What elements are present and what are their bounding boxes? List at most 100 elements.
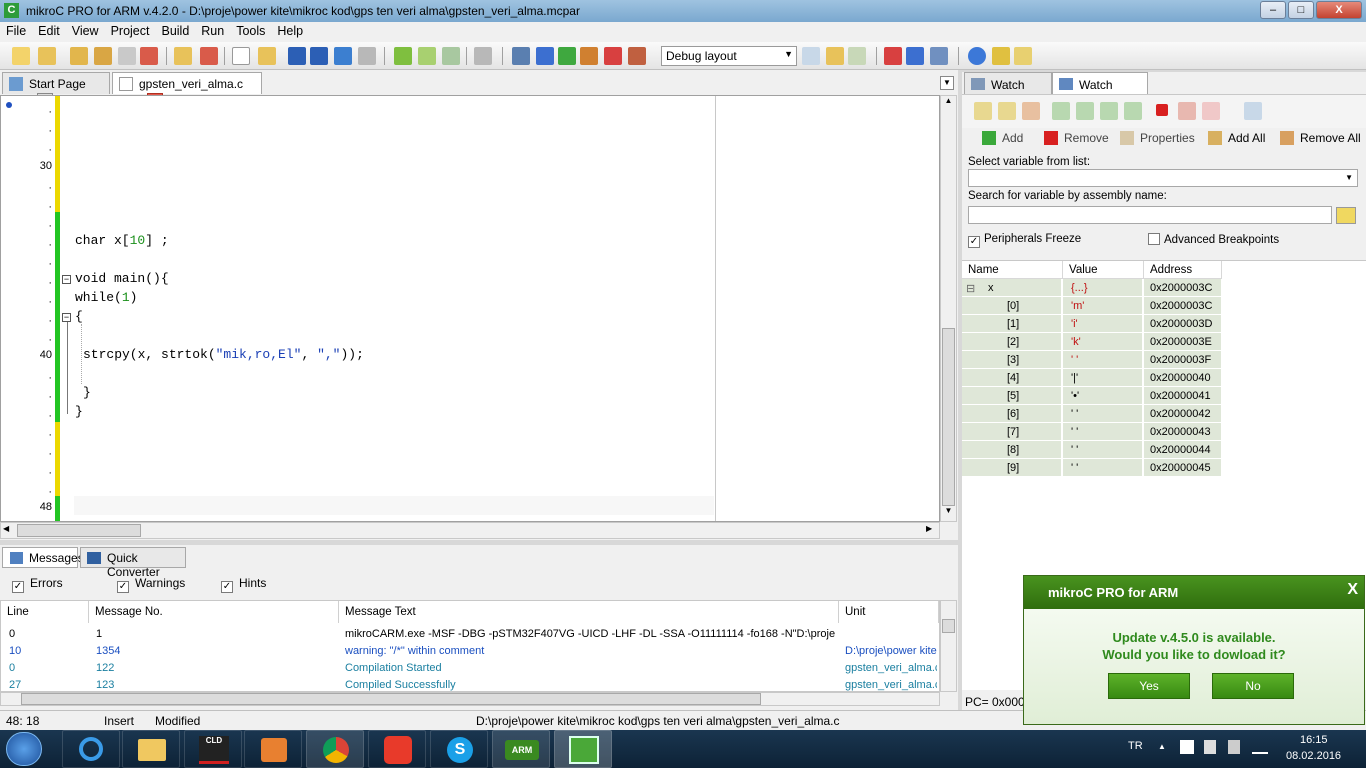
tab-watch-clock[interactable]: Watch Clock xyxy=(964,72,1052,106)
tab-messages[interactable]: Messages xyxy=(2,547,84,568)
lcd-designer-icon[interactable] xyxy=(906,47,924,65)
messages-horizontal-scrollbar[interactable] xyxy=(0,692,940,706)
scrollbar-thumb[interactable] xyxy=(942,328,955,506)
step-over-icon[interactable] xyxy=(1076,102,1094,120)
remove-all-button[interactable]: Remove All xyxy=(1280,131,1361,145)
start-debugger-icon[interactable] xyxy=(974,102,992,120)
menu-view[interactable]: View xyxy=(66,22,105,38)
scrollbar-thumb[interactable] xyxy=(942,619,955,633)
taskbar-media-player[interactable] xyxy=(244,730,302,768)
tools-icon[interactable] xyxy=(628,47,646,65)
close-project-icon[interactable] xyxy=(140,47,158,65)
breakpoints-icon[interactable] xyxy=(1178,102,1196,120)
filter-errors[interactable]: ✓ Errors xyxy=(12,576,63,593)
scroll-down-icon[interactable]: ▼ xyxy=(941,506,956,522)
menu-file[interactable]: File xyxy=(0,22,32,38)
add-button[interactable]: Add xyxy=(982,131,1023,145)
taskbar-explorer[interactable] xyxy=(122,730,180,768)
tab-list-dropdown-icon[interactable]: ▼ xyxy=(940,76,954,90)
tab-start-page[interactable]: Start Page ✕ xyxy=(2,72,110,105)
col-name[interactable]: Name xyxy=(962,261,1063,279)
view-options-icon[interactable] xyxy=(1244,102,1262,120)
scrollbar-thumb[interactable] xyxy=(21,693,761,705)
new-project-icon[interactable] xyxy=(12,47,30,65)
save-layout-icon[interactable] xyxy=(802,47,820,65)
fold-toggle-icon[interactable]: − xyxy=(62,275,71,284)
yes-button[interactable]: Yes xyxy=(1108,673,1190,699)
active-comment-icon[interactable] xyxy=(580,47,598,65)
usart-terminal-icon[interactable] xyxy=(512,47,530,65)
clock-date[interactable]: 08.02.2016 xyxy=(1286,750,1341,762)
power-icon[interactable] xyxy=(1228,740,1240,754)
about-icon[interactable] xyxy=(1014,47,1032,65)
tab-watch-values[interactable]: Watch Values xyxy=(1052,72,1148,106)
col-message-text[interactable]: Message Text xyxy=(339,601,839,623)
menu-project[interactable]: Project xyxy=(105,22,156,38)
minimize-button[interactable]: – xyxy=(1260,1,1286,19)
help-tool-icon[interactable] xyxy=(558,47,576,65)
load-layout-icon[interactable] xyxy=(826,47,844,65)
flag-icon[interactable] xyxy=(1204,740,1216,754)
menu-edit[interactable]: Edit xyxy=(32,22,66,38)
open-project-icon[interactable] xyxy=(38,47,56,65)
remove-button[interactable]: Remove xyxy=(1044,131,1109,145)
fold-toggle-icon[interactable]: − xyxy=(62,313,71,322)
taskbar-cld[interactable]: CLD xyxy=(184,730,242,768)
filter-warnings[interactable]: ✓ Warnings xyxy=(117,576,185,593)
editor-horizontal-scrollbar[interactable]: ◀ ▶ xyxy=(0,522,940,539)
errors-checkbox[interactable]: ✓ xyxy=(12,581,24,593)
taskbar-chrome[interactable] xyxy=(306,730,364,768)
table-row[interactable]: 10 1354 warning: "/*" within comment D:\pr… xyxy=(1,643,941,660)
save-project-icon[interactable] xyxy=(70,47,88,65)
taskbar-internet-explorer[interactable] xyxy=(62,730,120,768)
peripherals-freeze[interactable]: ✓ Peripherals Freeze xyxy=(968,233,1081,248)
step-out-icon[interactable] xyxy=(1100,102,1118,120)
delete-layout-icon[interactable] xyxy=(848,47,866,65)
scroll-left-icon[interactable]: ◀ xyxy=(3,524,9,533)
select-variable-dropdown[interactable]: ▼ xyxy=(968,169,1358,187)
build-program-icon[interactable] xyxy=(442,47,460,65)
close-window-button[interactable]: X xyxy=(1316,1,1362,19)
clock-time[interactable]: 16:15 xyxy=(1300,734,1328,746)
stop-debugger-icon[interactable] xyxy=(1022,102,1040,120)
open-file-icon[interactable] xyxy=(258,47,276,65)
taskbar-app[interactable] xyxy=(368,730,426,768)
show-hidden-icons-icon[interactable]: ▲ xyxy=(1158,742,1166,751)
step-into-icon[interactable] xyxy=(1052,102,1070,120)
font-tool-icon[interactable] xyxy=(536,47,554,65)
menu-run[interactable]: Run xyxy=(195,22,230,38)
table-row[interactable]: 0 122 Compilation Started gpsten_veri_alma.… xyxy=(1,660,941,677)
popup-close-button[interactable]: X xyxy=(1347,581,1358,599)
advanced-breakpoints-checkbox[interactable] xyxy=(1148,233,1160,245)
statistics-icon[interactable] xyxy=(930,47,948,65)
taskbar-mikroc-arm[interactable]: ARM xyxy=(492,730,550,768)
messages-vertical-scrollbar[interactable] xyxy=(940,600,957,692)
layout-combo[interactable]: Debug layout ▼ xyxy=(661,46,797,66)
scroll-up-icon[interactable]: ▲ xyxy=(941,96,956,112)
run-icon[interactable] xyxy=(998,102,1016,120)
col-address[interactable]: Address xyxy=(1144,261,1222,279)
new-file-icon[interactable] xyxy=(232,47,250,65)
peripherals-freeze-checkbox[interactable]: ✓ xyxy=(968,236,980,248)
save-icon[interactable] xyxy=(288,47,306,65)
taskbar-skype[interactable]: S xyxy=(430,730,488,768)
add-all-button[interactable]: Add All xyxy=(1208,131,1265,145)
col-value[interactable]: Value xyxy=(1063,261,1144,279)
start-button[interactable] xyxy=(6,732,42,766)
tab-quick-converter[interactable]: Quick Converter xyxy=(80,547,186,579)
save-all-icon[interactable] xyxy=(310,47,328,65)
build-icon[interactable] xyxy=(394,47,412,65)
add-file-icon[interactable] xyxy=(174,47,192,65)
edit-project-icon[interactable] xyxy=(94,47,112,65)
ascii-chart-icon[interactable] xyxy=(884,47,902,65)
scroll-right-icon[interactable]: ▶ xyxy=(926,524,932,533)
run-to-cursor-icon[interactable] xyxy=(1124,102,1142,120)
advanced-breakpoints[interactable]: Advanced Breakpoints xyxy=(1148,233,1279,246)
key-icon[interactable] xyxy=(992,47,1010,65)
project-settings-icon[interactable] xyxy=(118,47,136,65)
menu-tools[interactable]: Tools xyxy=(230,22,271,38)
properties-button[interactable]: Properties xyxy=(1120,131,1195,145)
print-icon[interactable] xyxy=(358,47,376,65)
network-icon[interactable] xyxy=(1252,740,1268,754)
remove-file-icon[interactable] xyxy=(200,47,218,65)
